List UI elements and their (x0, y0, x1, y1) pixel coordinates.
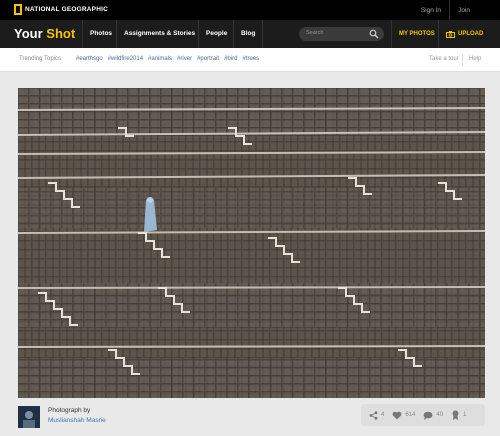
avatar[interactable] (18, 406, 40, 428)
trending-topics-label: Trending Topics (19, 56, 62, 62)
divider (233, 20, 234, 48)
tag-link[interactable]: #animals (148, 56, 172, 62)
divider (438, 20, 439, 48)
tag-link[interactable]: #earthsgo (76, 56, 103, 62)
your-shot-brand[interactable]: Your Shot (14, 26, 75, 41)
heart-icon (392, 411, 402, 419)
share-icon (369, 410, 378, 420)
sign-in-link[interactable]: Sign In (413, 7, 449, 14)
divider (462, 54, 463, 66)
take-a-tour-link[interactable]: Take a tour (429, 56, 459, 62)
search-input[interactable]: Search (299, 27, 384, 41)
photographer-link[interactable]: Muslianshah Masrie (48, 417, 106, 424)
credit-label: Photograph by (48, 407, 91, 414)
tag-link[interactable]: #river (177, 56, 192, 62)
nav-blog[interactable]: Blog (241, 20, 255, 48)
yellow-border-icon (14, 4, 22, 15)
top-bar: NATIONAL GEOGRAPHIC Sign In Join (0, 0, 500, 20)
tag-link[interactable]: #wildfire2014 (108, 56, 143, 62)
favorite-count: 1 (463, 412, 467, 418)
tag-link[interactable]: #trees (242, 56, 259, 62)
auth-links: Sign In Join (413, 0, 478, 20)
nav-assignments-stories[interactable]: Assignments & Stories (124, 20, 195, 48)
main-nav: Your Shot Photos Assignments & Stories P… (0, 20, 500, 48)
national-geographic-logo[interactable]: NATIONAL GEOGRAPHIC (14, 4, 108, 15)
share-stat[interactable]: 4 (369, 410, 385, 420)
join-link[interactable]: Join (450, 7, 478, 14)
divider (262, 20, 263, 48)
divider (391, 20, 392, 48)
divider (198, 20, 199, 48)
trending-tags: #earthsgo #wildfire2014 #animals #river … (76, 56, 264, 62)
upload-button[interactable]: UPLOAD (446, 20, 483, 48)
tag-link[interactable]: #portrait (197, 56, 219, 62)
tag-link[interactable]: #bird (224, 56, 237, 62)
main-photo[interactable] (18, 88, 485, 398)
brand-your: Your (14, 26, 43, 41)
search-placeholder: Search (306, 30, 324, 36)
comment-count: 40 (436, 412, 444, 418)
like-stat[interactable]: 614 (392, 411, 415, 420)
trending-bar: Trending Topics #earthsgo #wildfire2014 … (0, 48, 500, 72)
photo-stats: 4 614 40 1 (361, 404, 485, 426)
search-icon[interactable] (369, 29, 379, 39)
comment-icon (423, 411, 433, 420)
divider (116, 20, 117, 48)
photo-footer: Photograph by Muslianshah Masrie 4 614 4… (0, 398, 500, 436)
favorite-stat[interactable]: 1 (451, 410, 466, 420)
logo-text: NATIONAL GEOGRAPHIC (25, 6, 109, 13)
upload-label: UPLOAD (458, 31, 484, 37)
nav-people[interactable]: People (206, 20, 227, 48)
nav-photos[interactable]: Photos (90, 20, 112, 48)
comment-stat[interactable]: 40 (423, 411, 443, 420)
help-link[interactable]: Help (469, 56, 481, 62)
share-count: 4 (381, 412, 385, 418)
brand-shot: Shot (46, 26, 76, 41)
camera-icon (446, 30, 455, 38)
photographer-avatar-icon (18, 406, 40, 428)
my-photos-link[interactable]: MY PHOTOS (399, 20, 435, 48)
like-count: 614 (405, 412, 416, 418)
stepwell-photo (18, 88, 485, 398)
divider (82, 20, 83, 48)
award-icon (452, 410, 459, 420)
